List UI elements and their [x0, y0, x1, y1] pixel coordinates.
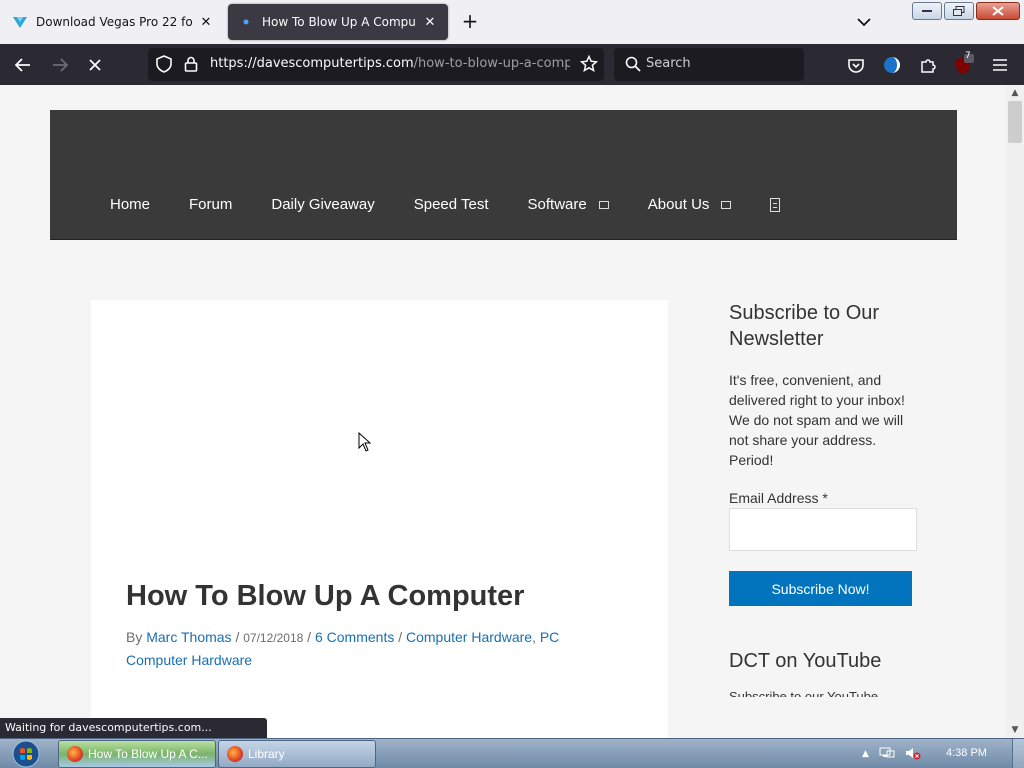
tab-vegas-download[interactable]: Download Vegas Pro 22 for Windows ✕: [2, 4, 224, 40]
search-toggle-icon[interactable]: [770, 197, 781, 212]
publish-date: 07/12/2018: [243, 631, 304, 645]
bookmark-star-icon[interactable]: [576, 51, 602, 77]
url-bar[interactable]: https://davescomputertips.com/how-to-blo…: [148, 48, 604, 81]
url-text[interactable]: https://davescomputertips.com/how-to-blo…: [210, 56, 570, 71]
tab-blow-up-computer[interactable]: How To Blow Up A Computer | Dave's Compu…: [228, 4, 448, 40]
menu-item-speed-test[interactable]: Speed Test: [414, 196, 489, 213]
primary-navigation: Home Forum Daily Giveaway Speed Test Sof…: [110, 196, 781, 213]
taskbar-item-label: Library: [248, 747, 285, 761]
menu-item-label: Forum: [189, 196, 233, 213]
forward-arrow-icon[interactable]: [47, 52, 73, 78]
loading-dot-icon: [238, 14, 254, 30]
windows-taskbar: How To Blow Up A C... Library ▲ 4:38 PM: [0, 738, 1024, 768]
newsletter-description: It's free, convenient, and delivered rig…: [729, 372, 905, 468]
stop-loading-icon[interactable]: [82, 52, 108, 78]
scroll-up-arrow-icon[interactable]: ▲: [1010, 88, 1020, 98]
dropdown-toggle-icon[interactable]: [721, 200, 732, 209]
pocket-icon[interactable]: [843, 52, 869, 78]
new-tab-button[interactable]: +: [458, 10, 482, 34]
menu-item-forum[interactable]: Forum: [189, 196, 232, 213]
url-path: /how-to-blow-up-a-computer/: [413, 56, 570, 71]
menu-item-label: Software: [527, 196, 587, 213]
author-link[interactable]: Marc Thomas: [146, 629, 231, 645]
category-link-computer-hardware[interactable]: Computer Hardware: [406, 629, 532, 645]
dropdown-toggle-icon[interactable]: [598, 200, 609, 209]
comments-link[interactable]: 6 Comments: [315, 629, 394, 645]
dark-reader-icon[interactable]: [879, 52, 905, 78]
close-tab-icon[interactable]: ✕: [422, 14, 438, 30]
newsletter-title: Subscribe to Our Newsletter: [729, 302, 880, 350]
firefox-icon: [67, 746, 83, 762]
menu-item-label: Speed Test: [413, 196, 489, 213]
extension-badge-count: 7: [965, 51, 971, 61]
menu-item-label: About Us: [647, 196, 710, 213]
list-all-tabs-icon[interactable]: [852, 10, 876, 34]
page-scrollbar[interactable]: ▲ ▼: [1006, 85, 1024, 738]
close-window-button[interactable]: [976, 2, 1020, 20]
url-host: https://davescomputertips.com: [210, 56, 414, 71]
article-card: How To Blow Up A Computer By Marc Thomas…: [91, 300, 668, 738]
search-placeholder: Search: [646, 56, 691, 71]
firefox-icon: [227, 746, 243, 762]
meta-separator: /: [394, 629, 406, 645]
page-viewport: Home Forum Daily Giveaway Speed Test Sof…: [0, 85, 1006, 738]
tab-title: How To Blow Up A Computer | Dave's Compu…: [262, 15, 416, 29]
window-controls: [912, 2, 1020, 20]
vegas-icon: [12, 14, 28, 30]
taskbar-item-firefox[interactable]: How To Blow Up A C...: [58, 740, 216, 768]
mouse-pointer-icon: [358, 431, 372, 456]
youtube-section-title: DCT on YouTube: [729, 650, 882, 672]
article-title: How To Blow Up A Computer: [126, 580, 525, 612]
menu-item-label: Daily Giveaway: [271, 196, 375, 213]
search-bar[interactable]: Search: [614, 48, 804, 81]
email-field[interactable]: [729, 508, 917, 551]
hamburger-menu-icon[interactable]: [987, 52, 1013, 78]
restore-button[interactable]: [944, 2, 974, 20]
ublock-origin-icon[interactable]: 7: [951, 51, 977, 78]
extensions-puzzle-icon[interactable]: [915, 52, 941, 78]
tab-strip: Download Vegas Pro 22 for Windows ✕ How …: [0, 0, 1024, 44]
volume-muted-icon[interactable]: [905, 745, 921, 764]
start-button[interactable]: [6, 739, 46, 768]
article-meta: By Marc Thomas / 07/12/2018 / 6 Comments…: [126, 626, 596, 671]
scrollbar-thumb[interactable]: [1008, 101, 1022, 143]
scroll-down-arrow-icon[interactable]: ▼: [1010, 725, 1020, 735]
meta-separator: /: [231, 629, 244, 645]
back-arrow-icon[interactable]: [10, 52, 36, 78]
network-icon[interactable]: [879, 745, 895, 764]
minimize-button[interactable]: [912, 2, 942, 20]
loading-status: Waiting for davescomputertips.com...: [0, 718, 267, 738]
meta-comma: ,: [532, 629, 540, 645]
email-label: Email Address *: [729, 490, 828, 506]
taskbar-item-label: How To Blow Up A C...: [88, 747, 208, 761]
meta-separator: /: [303, 629, 315, 645]
lock-icon[interactable]: [178, 51, 204, 77]
taskbar-clock[interactable]: 4:38 PM: [946, 747, 987, 759]
navigation-toolbar: https://davescomputertips.com/how-to-blo…: [0, 44, 1024, 85]
menu-item-home[interactable]: Home: [110, 196, 150, 213]
site-header: Home Forum Daily Giveaway Speed Test Sof…: [50, 110, 957, 240]
system-tray: ▲: [862, 739, 921, 768]
youtube-section-text: Subscribe to our YouTube: [729, 689, 879, 697]
taskbar-item-library[interactable]: Library: [218, 740, 376, 768]
search-icon: [620, 51, 646, 77]
show-hidden-icons-arrow-icon[interactable]: ▲: [862, 749, 869, 759]
menu-item-daily-giveaway[interactable]: Daily Giveaway: [271, 196, 374, 213]
close-tab-icon[interactable]: ✕: [198, 14, 214, 30]
tracking-shield-icon[interactable]: [151, 51, 177, 77]
subscribe-button[interactable]: Subscribe Now!: [729, 571, 912, 606]
show-desktop-button[interactable]: [1012, 739, 1024, 768]
menu-item-software[interactable]: Software: [528, 196, 609, 213]
menu-item-about-us[interactable]: About Us: [648, 196, 732, 213]
menu-item-label: Home: [110, 196, 151, 213]
tab-title: Download Vegas Pro 22 for Windows: [36, 15, 192, 29]
sidebar: Subscribe to Our Newsletter It's free, c…: [729, 300, 929, 697]
meta-by: By: [126, 629, 143, 645]
